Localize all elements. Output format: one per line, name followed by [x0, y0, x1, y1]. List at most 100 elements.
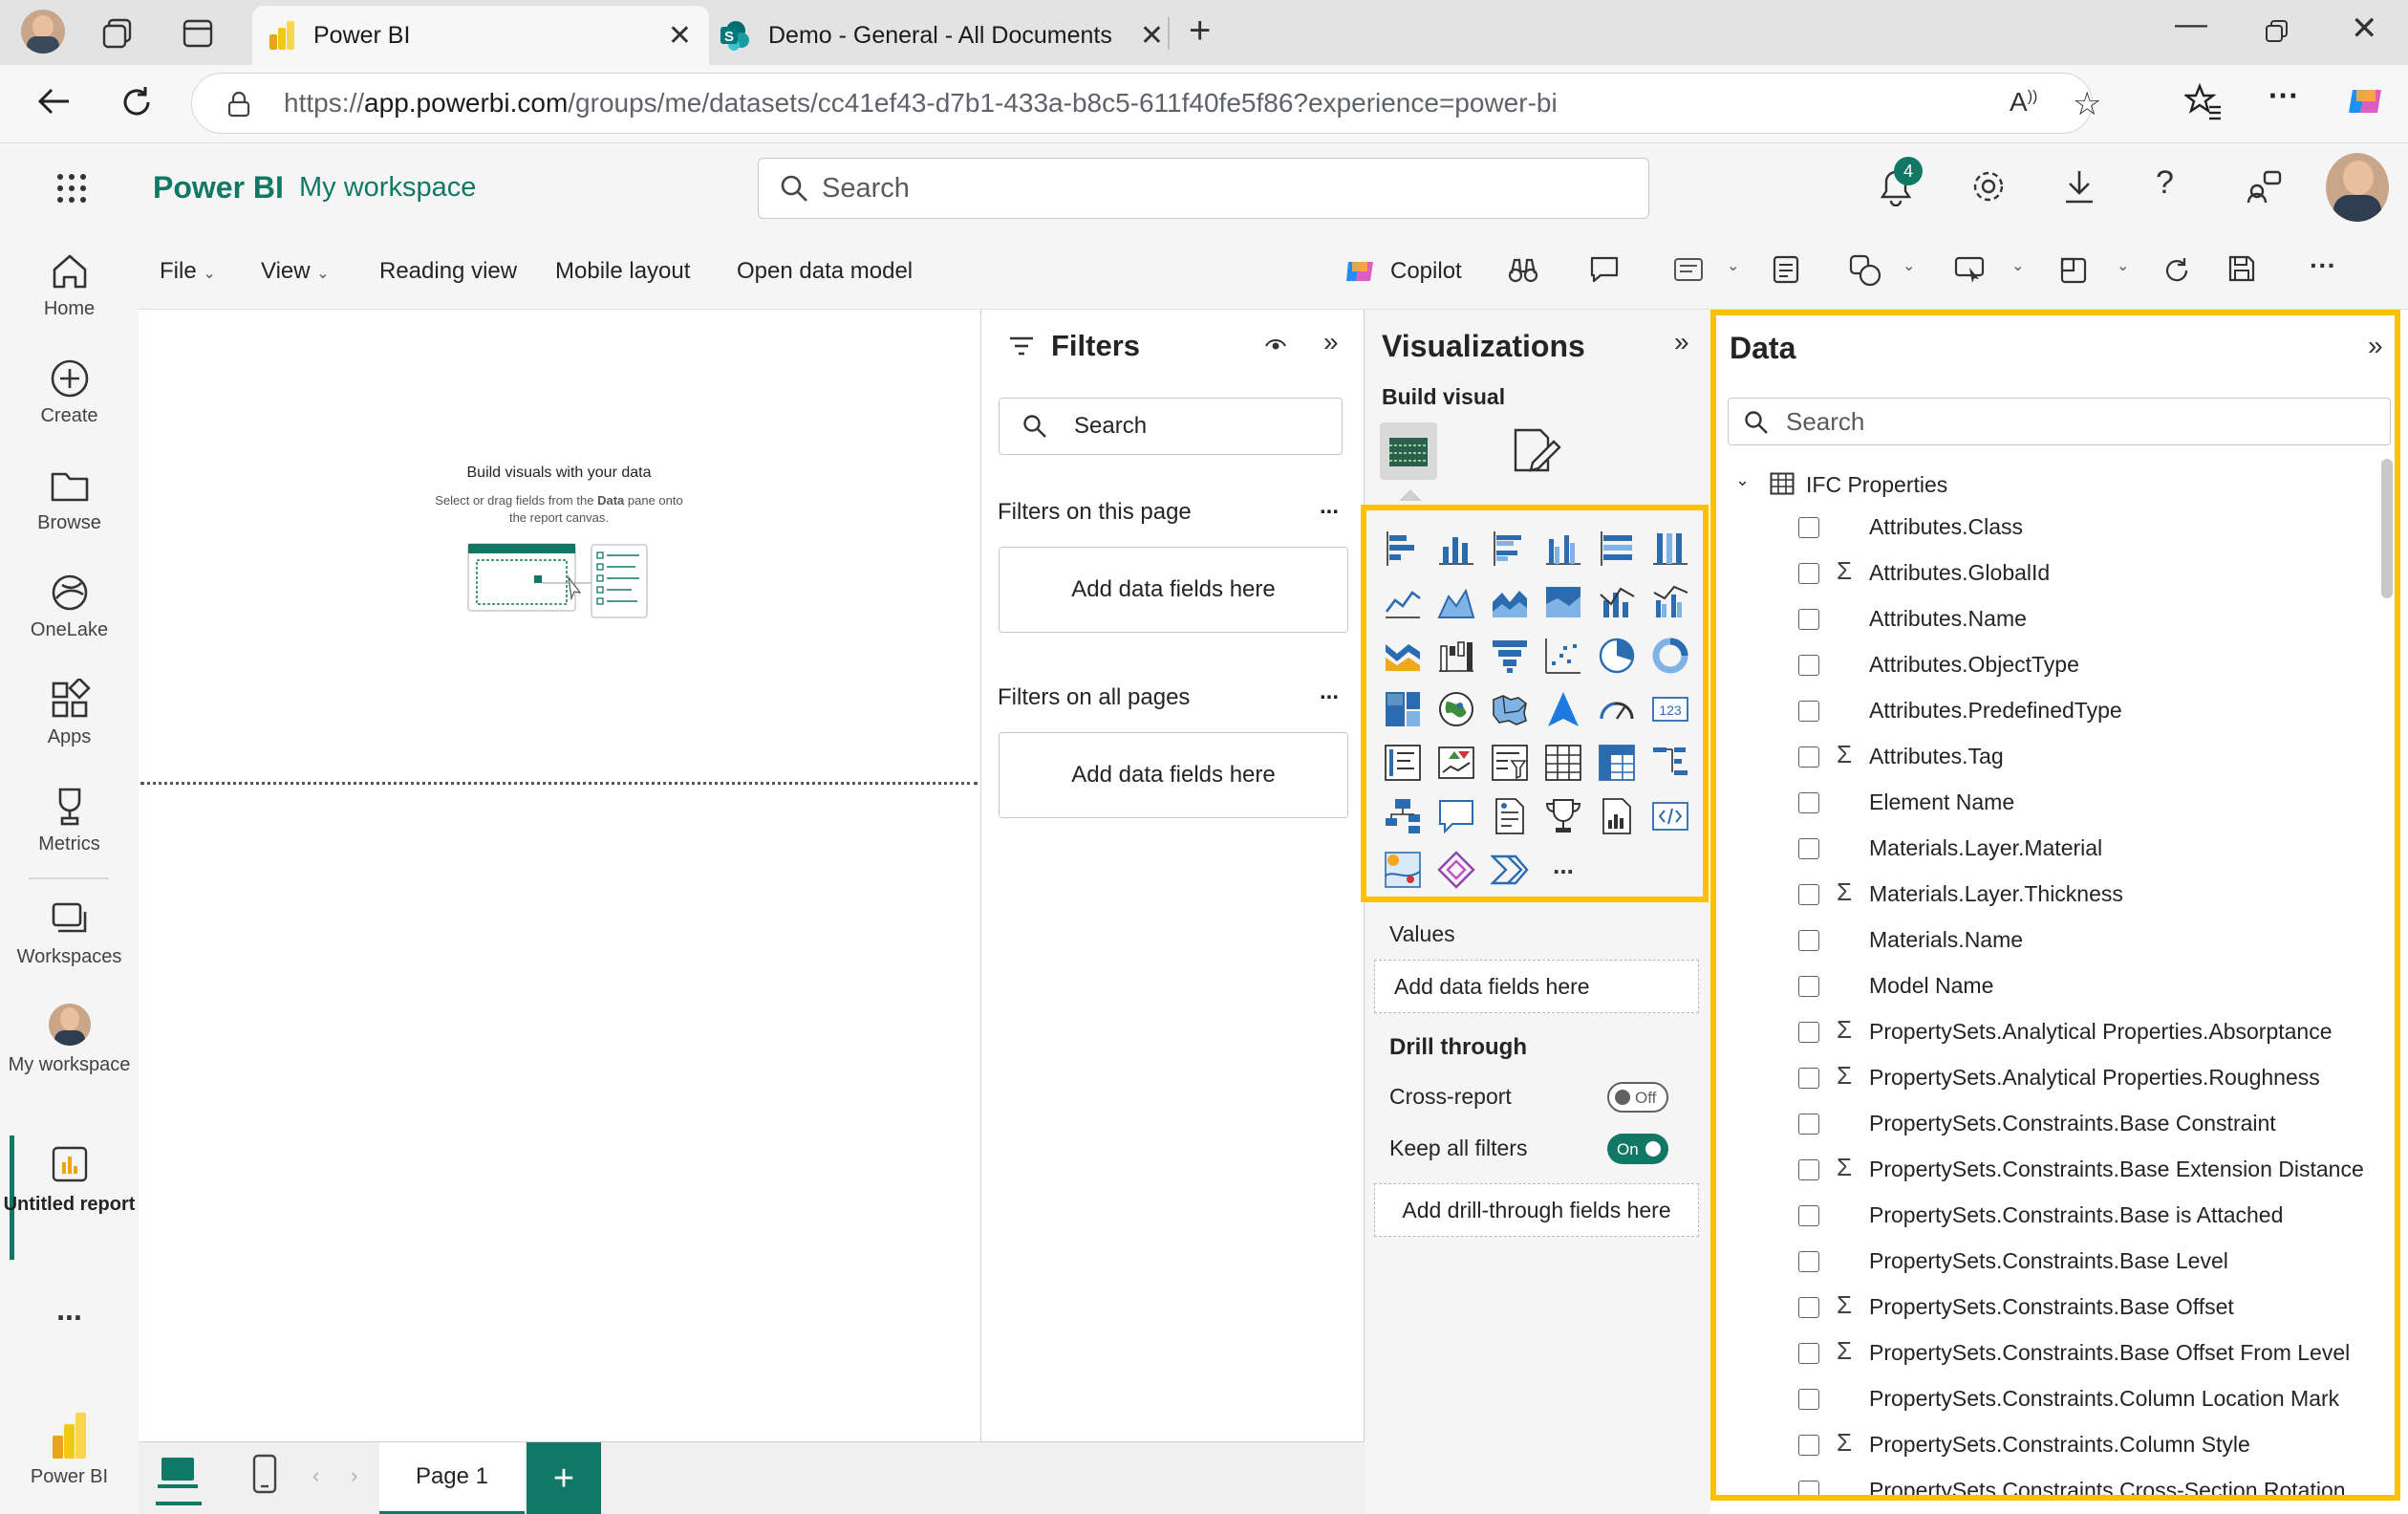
open-data-model-button[interactable]: Open data model: [737, 258, 913, 285]
filters-all-pages-more-icon[interactable]: ...: [1320, 679, 1339, 705]
nav-my-workspace[interactable]: My workspace: [0, 1004, 139, 1078]
field-checkbox[interactable]: [1798, 1205, 1819, 1226]
data-search-input[interactable]: Search: [1728, 398, 2391, 445]
tab-powerbi[interactable]: Power BI ✕: [252, 6, 709, 65]
field-checkbox[interactable]: [1798, 701, 1819, 722]
field-checkbox[interactable]: [1798, 884, 1819, 905]
data-field-row[interactable]: Attributes.Name: [1716, 596, 2385, 642]
view-menu[interactable]: View ⌄: [261, 258, 330, 285]
build-visual-tab[interactable]: [1380, 422, 1437, 480]
copilot-button[interactable]: Copilot: [1390, 258, 1462, 285]
data-field-row[interactable]: Σ PropertySets.Constraints.Column Style: [1716, 1422, 2385, 1468]
mobile-layout-button[interactable]: Mobile layout: [555, 258, 690, 285]
field-checkbox[interactable]: [1798, 1022, 1819, 1043]
filled-map-icon[interactable]: [1491, 690, 1529, 728]
close-tab-icon[interactable]: ✕: [668, 19, 692, 53]
table-visual-icon[interactable]: [1544, 744, 1582, 782]
format-visual-tab-icon[interactable]: [1512, 426, 1563, 476]
shapes-icon[interactable]: [1849, 254, 1881, 287]
100-stacked-area-chart-icon[interactable]: [1544, 583, 1582, 621]
data-table-name[interactable]: IFC Properties: [1806, 472, 1947, 498]
slicer-icon[interactable]: [1491, 744, 1529, 782]
field-checkbox[interactable]: [1798, 655, 1819, 676]
read-aloud-icon[interactable]: A)): [2010, 87, 2037, 118]
data-field-row[interactable]: Attributes.Class: [1716, 505, 2385, 551]
profile-avatar[interactable]: [21, 10, 65, 54]
browser-copilot-icon[interactable]: [2345, 80, 2387, 122]
field-checkbox[interactable]: [1798, 1481, 1819, 1495]
drill-through-dropzone[interactable]: Add drill-through fields here: [1374, 1183, 1699, 1237]
gauge-icon[interactable]: [1598, 690, 1636, 728]
data-field-row[interactable]: PropertySets.Constraints.Column Location…: [1716, 1376, 2385, 1422]
page-tab-page-1[interactable]: Page 1: [379, 1442, 525, 1514]
nav-metrics[interactable]: Metrics: [0, 786, 139, 855]
paginated-report-icon[interactable]: [1598, 797, 1636, 835]
reading-view-button[interactable]: Reading view: [379, 258, 517, 285]
values-dropzone[interactable]: Add data fields here: [1374, 960, 1699, 1013]
matrix-icon[interactable]: [1598, 744, 1636, 782]
filters-search-input[interactable]: Search: [999, 398, 1343, 455]
decomposition-tree-icon[interactable]: [1651, 744, 1689, 782]
line-stacked-column-chart-icon[interactable]: [1598, 583, 1636, 621]
report-canvas[interactable]: Build visuals with your data Select or d…: [139, 310, 981, 1441]
smart-narrative-icon[interactable]: [1673, 256, 1704, 285]
data-field-row[interactable]: Σ Materials.Layer.Thickness: [1716, 872, 2385, 918]
copilot-icon[interactable]: [1344, 254, 1377, 287]
data-field-row[interactable]: Σ PropertySets.Analytical Properties.Roug…: [1716, 1055, 2385, 1101]
collapse-data-icon[interactable]: »: [2368, 331, 2383, 361]
stacked-bar-chart-icon[interactable]: [1384, 530, 1422, 568]
help-icon[interactable]: ?: [2156, 164, 2174, 202]
field-checkbox[interactable]: [1798, 1159, 1819, 1180]
nav-workspaces[interactable]: Workspaces: [0, 898, 139, 968]
chevron-left-icon[interactable]: ‹: [312, 1463, 319, 1488]
workspaces-tab-icon[interactable]: [101, 17, 134, 50]
data-field-row[interactable]: Σ Attributes.Tag: [1716, 734, 2385, 780]
data-field-row[interactable]: Σ PropertySets.Constraints.Base Extension…: [1716, 1147, 2385, 1193]
card-icon[interactable]: 123: [1651, 690, 1689, 728]
data-field-row[interactable]: Σ PropertySets.Constraints.Base Offset Fr…: [1716, 1330, 2385, 1376]
ribbon-chart-icon[interactable]: [1384, 637, 1422, 675]
field-checkbox[interactable]: [1798, 609, 1819, 630]
new-tab-icon[interactable]: +: [1189, 10, 1211, 53]
more-options-icon[interactable]: ···: [2310, 250, 2336, 281]
field-checkbox[interactable]: [1798, 746, 1819, 768]
field-checkbox[interactable]: [1798, 1435, 1819, 1456]
chevron-down-icon[interactable]: ⌄: [1903, 256, 1915, 275]
field-checkbox[interactable]: [1798, 930, 1819, 951]
azure-map-icon[interactable]: [1544, 690, 1582, 728]
chevron-right-icon[interactable]: ›: [351, 1463, 357, 1488]
data-field-row[interactable]: Σ Attributes.GlobalId: [1716, 551, 2385, 596]
metrics-trophy-icon[interactable]: [1544, 797, 1582, 835]
refresh-icon[interactable]: [118, 84, 155, 120]
file-menu[interactable]: File ⌄: [160, 258, 216, 285]
data-field-row[interactable]: Element Name: [1716, 780, 2385, 826]
feedback-icon[interactable]: [2246, 168, 2282, 205]
phone-layout-icon[interactable]: [251, 1454, 278, 1494]
power-automate-flow-icon[interactable]: [1491, 851, 1529, 889]
scatter-chart-icon[interactable]: [1544, 637, 1582, 675]
visual-icon[interactable]: [2059, 256, 2088, 285]
close-tab-icon[interactable]: ✕: [1140, 19, 1164, 53]
comment-icon[interactable]: [1589, 254, 1620, 285]
data-field-row[interactable]: Materials.Name: [1716, 918, 2385, 963]
global-search-input[interactable]: Search: [758, 158, 1649, 219]
chevron-down-icon[interactable]: ⌄: [1735, 470, 1750, 490]
pie-chart-icon[interactable]: [1598, 637, 1636, 675]
data-field-row[interactable]: Model Name: [1716, 963, 2385, 1009]
funnel-chart-icon[interactable]: [1491, 637, 1529, 675]
user-avatar[interactable]: [2326, 153, 2389, 222]
map-icon[interactable]: [1437, 690, 1475, 728]
data-field-row[interactable]: PropertySets.Constraints.Base Constraint: [1716, 1101, 2385, 1147]
vertical-tabs-icon[interactable]: [182, 17, 214, 50]
arcgis-map-icon[interactable]: [1384, 851, 1422, 889]
data-field-row[interactable]: Attributes.ObjectType: [1716, 642, 2385, 688]
field-checkbox[interactable]: [1798, 1114, 1819, 1135]
filters-all-pages-dropzone[interactable]: Add data fields here: [999, 732, 1348, 818]
nav-powerbi-home[interactable]: Power BI: [0, 1411, 139, 1488]
lock-icon[interactable]: [226, 91, 251, 118]
nav-home[interactable]: Home: [0, 250, 139, 320]
desktop-layout-icon[interactable]: [156, 1456, 200, 1494]
field-checkbox[interactable]: [1798, 1389, 1819, 1410]
clustered-column-chart-icon[interactable]: [1544, 530, 1582, 568]
nav-create[interactable]: Create: [0, 357, 139, 427]
